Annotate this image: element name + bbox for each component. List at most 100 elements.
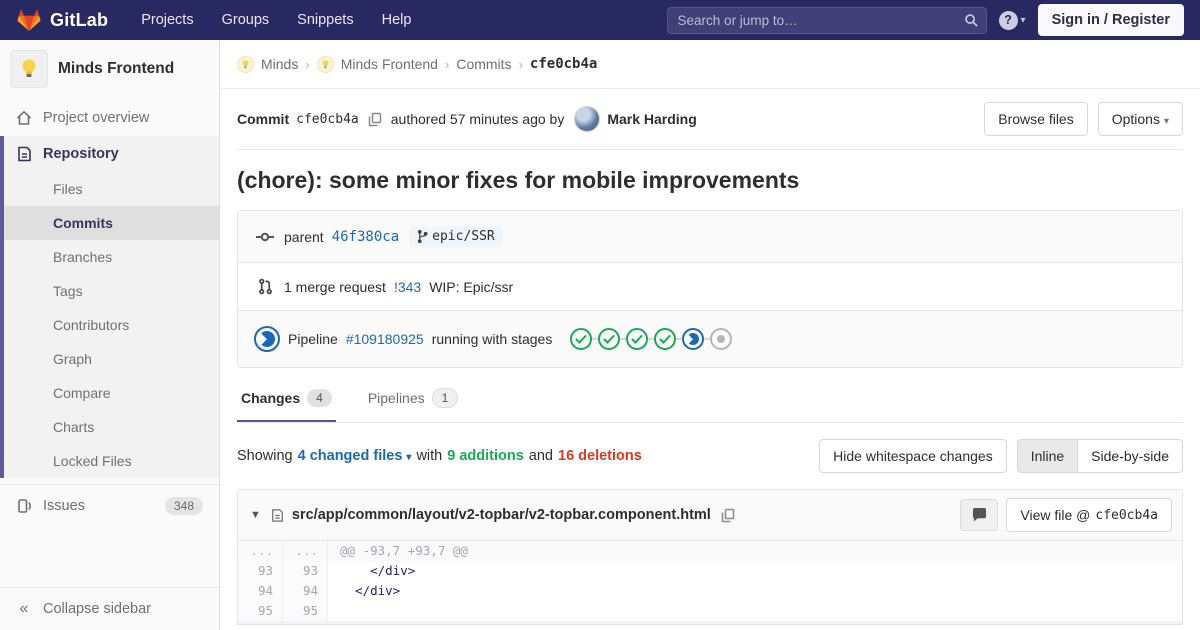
- authored-text: authored 57 minutes ago by: [390, 111, 565, 127]
- sidebar-item-label: Repository: [43, 146, 119, 162]
- diff-line-match: ... ... @@ -93,7 +93,7 @@: [238, 541, 1182, 561]
- author-name[interactable]: Mark Harding: [607, 111, 696, 127]
- pipeline-row: Pipeline #109180925 running with stages: [238, 310, 1182, 367]
- showing-label: Showing: [237, 448, 293, 464]
- branch-icon: [418, 230, 428, 243]
- tab-changes[interactable]: Changes 4: [237, 374, 336, 422]
- breadcrumb-group[interactable]: Minds: [261, 56, 298, 72]
- search-icon[interactable]: [964, 13, 979, 28]
- breadcrumb-project[interactable]: Minds Frontend: [341, 56, 438, 72]
- commit-label: Commit: [237, 111, 290, 127]
- merge-request-text: 1 merge request: [284, 278, 386, 295]
- new-line-number[interactable]: 93: [283, 561, 328, 581]
- comment-button[interactable]: [960, 499, 999, 531]
- side-by-side-view-button[interactable]: Side-by-side: [1077, 439, 1183, 473]
- stage-passed-icon[interactable]: [598, 328, 621, 350]
- copy-sha-button[interactable]: [366, 112, 384, 127]
- new-line-number[interactable]: ...: [283, 541, 328, 561]
- chevron-down-icon: ▾: [1163, 116, 1169, 127]
- nav-link-snippets[interactable]: Snippets: [288, 0, 362, 40]
- sidebar-item-contributors[interactable]: Contributors: [4, 308, 219, 342]
- old-line-number[interactable]: 94: [238, 581, 283, 601]
- sign-in-button[interactable]: Sign in / Register: [1037, 4, 1184, 36]
- nav-link-groups[interactable]: Groups: [213, 0, 279, 40]
- stage-created-icon[interactable]: [710, 328, 733, 350]
- diff-code: </div>: [340, 583, 401, 598]
- collapse-diff-caret-icon[interactable]: ▼: [248, 507, 263, 523]
- collapse-sidebar-button[interactable]: « Collapse sidebar: [0, 587, 219, 630]
- copy-icon: [368, 112, 381, 126]
- hide-whitespace-button[interactable]: Hide whitespace changes: [819, 439, 1007, 473]
- copy-path-button[interactable]: [719, 508, 737, 523]
- breadcrumb-separator: ›: [305, 56, 310, 72]
- merge-request-title: WIP: Epic/ssr: [429, 278, 514, 295]
- gitlab-tanuki-icon: [16, 7, 42, 33]
- commit-tabs: Changes 4 Pipelines 1: [237, 374, 1183, 423]
- changed-files-dropdown[interactable]: 4 changed files ▾: [298, 448, 412, 464]
- sidebar-item-compare[interactable]: Compare: [4, 376, 219, 410]
- author-avatar[interactable]: [574, 106, 601, 132]
- parent-label: parent: [284, 228, 324, 245]
- chevron-down-icon: ▾: [1020, 14, 1026, 26]
- stage-passed-icon[interactable]: [654, 328, 677, 350]
- commit-info-box: parent 46f380ca epic/SSR 1 merge request…: [237, 210, 1183, 368]
- diff-code: @@ -93,7 +93,7 @@: [340, 543, 468, 558]
- diff-line: 94 94 </div>: [238, 581, 1182, 601]
- global-search: [666, 6, 987, 34]
- sidebar-item-charts[interactable]: Charts: [4, 410, 219, 444]
- sidebar-item-tags[interactable]: Tags: [4, 274, 219, 308]
- view-file-button[interactable]: View file @ cfe0cb4a: [1006, 498, 1172, 532]
- search-input[interactable]: [666, 6, 987, 34]
- sidebar-item-files[interactable]: Files: [4, 172, 219, 206]
- issues-count-badge: 348: [164, 497, 203, 515]
- old-line-number[interactable]: 95: [238, 601, 283, 621]
- tab-label: Changes: [241, 390, 301, 406]
- stage-running-icon[interactable]: [682, 328, 705, 350]
- branch-name: epic/SSR: [432, 229, 495, 244]
- tab-label: Pipelines: [367, 390, 425, 406]
- pipeline-id-link[interactable]: #109180925: [346, 331, 424, 347]
- brand-name: GitLab: [50, 9, 109, 30]
- sidebar-item-branches[interactable]: Branches: [4, 240, 219, 274]
- issues-icon: [16, 498, 32, 514]
- merge-request-row: 1 merge request !343 WIP: Epic/ssr: [238, 262, 1182, 310]
- breadcrumb-commits[interactable]: Commits: [456, 56, 511, 72]
- branch-badge[interactable]: epic/SSR: [409, 226, 503, 247]
- old-line-number[interactable]: ...: [238, 541, 283, 561]
- stage-passed-icon[interactable]: [570, 328, 593, 350]
- nav-link-projects[interactable]: Projects: [132, 0, 202, 40]
- project-name: Minds Frontend: [58, 60, 175, 77]
- file-icon: [271, 508, 284, 523]
- sidebar-item-commits[interactable]: Commits: [4, 206, 219, 240]
- sidebar-item-locked-files[interactable]: Locked Files: [4, 444, 219, 478]
- nav-link-help[interactable]: Help: [373, 0, 421, 40]
- file-path[interactable]: src/app/common/layout/v2-topbar/v2-topba…: [292, 507, 711, 523]
- browse-files-button[interactable]: Browse files: [984, 102, 1088, 136]
- sidebar-item-graph[interactable]: Graph: [4, 342, 219, 376]
- new-line-number[interactable]: 95: [283, 601, 328, 621]
- sidebar-item-project-overview[interactable]: Project overview: [0, 100, 219, 136]
- additions-count: 9 additions: [447, 448, 524, 464]
- diff-view-toggle: Inline Side-by-side: [1016, 439, 1183, 473]
- pipeline-stage-graph: [570, 328, 733, 350]
- parent-sha-link[interactable]: 46f380ca: [332, 229, 399, 245]
- stage-passed-icon[interactable]: [626, 328, 649, 350]
- merge-request-link[interactable]: !343: [394, 279, 421, 295]
- pipeline-status-text: running with stages: [431, 331, 553, 347]
- help-menu[interactable]: ? ▾: [998, 10, 1026, 30]
- breadcrumb: Minds › Minds Frontend › Commits › cfe0c…: [220, 40, 1200, 89]
- file-diff-header: ▼ src/app/common/layout/v2-topbar/v2-top…: [238, 490, 1182, 541]
- sidebar-item-issues[interactable]: Issues 348: [0, 484, 219, 527]
- sidebar-item-label: Project overview: [43, 110, 150, 126]
- diff-code: [328, 601, 1182, 621]
- deletions-count: 16 deletions: [558, 448, 642, 464]
- new-line-number[interactable]: 94: [283, 581, 328, 601]
- gitlab-logo[interactable]: GitLab: [16, 7, 108, 33]
- inline-view-button[interactable]: Inline: [1016, 439, 1078, 473]
- old-line-number[interactable]: 93: [238, 561, 283, 581]
- project-context-header[interactable]: Minds Frontend: [0, 40, 219, 100]
- options-dropdown-button[interactable]: Options ▾: [1097, 102, 1183, 136]
- tab-pipelines[interactable]: Pipelines 1: [364, 374, 463, 422]
- sidebar-item-repository[interactable]: Repository: [4, 136, 219, 172]
- pipeline-running-icon[interactable]: [254, 326, 280, 352]
